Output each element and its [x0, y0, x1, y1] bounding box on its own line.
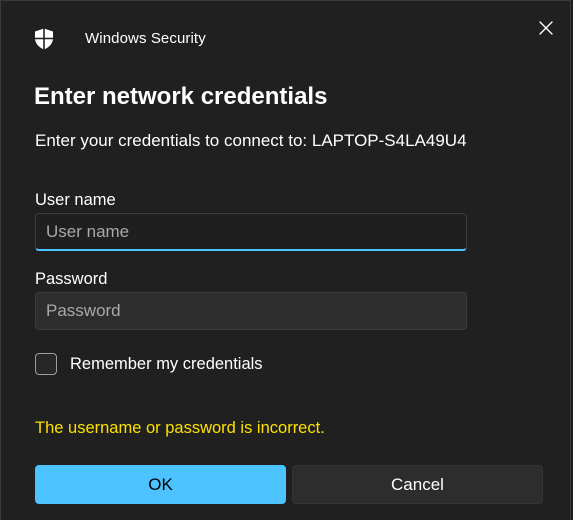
username-label: User name — [35, 191, 116, 209]
shield-icon — [34, 28, 54, 50]
dialog-subheading: Enter your credentials to connect to: LA… — [35, 131, 467, 150]
cancel-button[interactable]: Cancel — [292, 465, 543, 504]
password-label: Password — [35, 270, 108, 288]
username-input[interactable] — [35, 213, 467, 251]
ok-button[interactable]: OK — [35, 465, 286, 504]
cancel-button-label: Cancel — [391, 474, 444, 494]
remember-credentials-option[interactable]: Remember my credentials — [35, 353, 263, 375]
password-input[interactable] — [35, 292, 467, 330]
title-bar: Windows Security — [1, 1, 570, 61]
dialog-heading: Enter network credentials — [34, 83, 328, 110]
remember-credentials-checkbox[interactable] — [35, 353, 57, 375]
close-icon — [539, 20, 553, 40]
ok-button-label: OK — [148, 474, 173, 494]
close-button[interactable] — [531, 15, 561, 45]
app-title: Windows Security — [85, 30, 206, 47]
remember-credentials-label: Remember my credentials — [70, 354, 263, 373]
error-message: The username or password is incorrect. — [35, 419, 325, 437]
credentials-dialog: Windows Security Enter network credentia… — [0, 0, 571, 520]
